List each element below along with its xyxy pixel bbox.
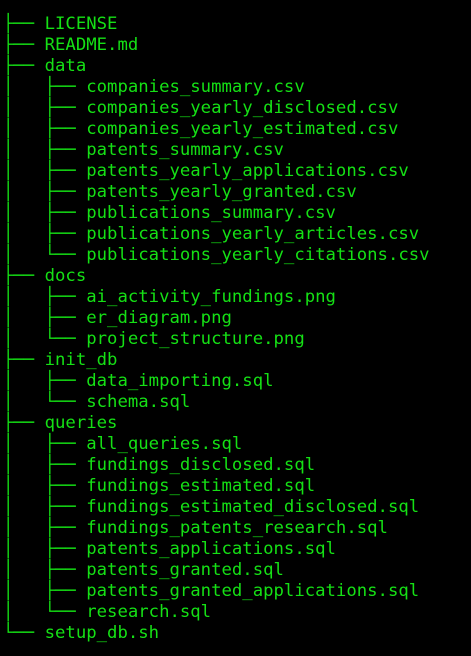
tree-entry-name: data_importing.sql [86, 371, 274, 391]
tree-line: │ ├── patents_yearly_granted.csv [3, 182, 469, 203]
tree-line: ├── LICENSE [3, 14, 469, 35]
tree-entry-name: publications_yearly_articles.csv [86, 224, 420, 244]
tree-branch-prefix: ├── [3, 56, 45, 76]
tree-branch-prefix: │ ├── [3, 581, 87, 601]
tree-line: │ └── schema.sql [3, 392, 469, 413]
tree-line: │ └── publications_yearly_citations.csv [3, 245, 469, 266]
tree-entry-name: fundings_disclosed.sql [86, 455, 316, 475]
tree-branch-prefix: │ ├── [3, 371, 87, 391]
tree-entry-name: patents_summary.csv [86, 140, 284, 160]
tree-entry-name: LICENSE [44, 14, 118, 34]
tree-branch-prefix: │ └── [3, 245, 87, 265]
tree-branch-prefix: │ ├── [3, 161, 87, 181]
tree-line: ├── docs [3, 266, 469, 287]
tree-entry-name: companies_summary.csv [86, 77, 305, 97]
tree-line: ├── init_db [3, 350, 469, 371]
tree-line: ├── queries [3, 413, 469, 434]
tree-branch-prefix: │ ├── [3, 287, 87, 307]
tree-branch-prefix: │ ├── [3, 182, 87, 202]
tree-branch-prefix: │ ├── [3, 497, 87, 517]
tree-entry-name: companies_yearly_estimated.csv [86, 119, 399, 139]
tree-branch-prefix: ├── [3, 350, 45, 370]
tree-line: │ ├── fundings_patents_research.sql [3, 518, 469, 539]
tree-line: │ ├── fundings_disclosed.sql [3, 455, 469, 476]
tree-entry-name: schema.sql [86, 392, 191, 412]
tree-branch-prefix: │ ├── [3, 308, 87, 328]
tree-branch-prefix: │ ├── [3, 560, 87, 580]
tree-line: │ ├── patents_granted_applications.sql [3, 581, 469, 602]
tree-branch-prefix: │ └── [3, 329, 87, 349]
tree-entry-name: patents_applications.sql [86, 539, 336, 559]
tree-entry-name: project_structure.png [86, 329, 305, 349]
tree-branch-prefix: │ └── [3, 392, 87, 412]
tree-branch-prefix: └── [3, 623, 45, 643]
tree-line: │ └── project_structure.png [3, 329, 469, 350]
tree-line: │ ├── companies_yearly_disclosed.csv [3, 98, 469, 119]
tree-line: │ └── research.sql [3, 602, 469, 623]
tree-entry-name: ai_activity_fundings.png [86, 287, 336, 307]
tree-branch-prefix: │ └── [3, 602, 87, 622]
tree-line: │ ├── companies_summary.csv [3, 77, 469, 98]
tree-entry-name: patents_granted.sql [86, 560, 284, 580]
tree-line: └── setup_db.sh [3, 623, 469, 644]
tree-branch-prefix: │ ├── [3, 539, 87, 559]
tree-entry-name: patents_yearly_granted.csv [86, 182, 357, 202]
tree-line: │ ├── fundings_estimated_disclosed.sql [3, 497, 469, 518]
tree-branch-prefix: ├── [3, 413, 45, 433]
tree-branch-prefix: │ ├── [3, 434, 87, 454]
tree-line: │ ├── publications_summary.csv [3, 203, 469, 224]
tree-line: │ ├── fundings_estimated.sql [3, 476, 469, 497]
tree-branch-prefix: │ ├── [3, 140, 87, 160]
tree-entry-name: patents_yearly_applications.csv [86, 161, 409, 181]
tree-line: │ ├── all_queries.sql [3, 434, 469, 455]
tree-entry-name: publications_summary.csv [86, 203, 336, 223]
tree-entry-name: companies_yearly_disclosed.csv [86, 98, 399, 118]
tree-branch-prefix: │ ├── [3, 203, 87, 223]
tree-entry-name: data [44, 56, 87, 76]
tree-entry-name: init_db [44, 350, 118, 370]
tree-entry-name: setup_db.sh [44, 623, 160, 643]
tree-entry-name: queries [44, 413, 118, 433]
tree-entry-name: publications_yearly_citations.csv [86, 245, 430, 265]
tree-entry-name: docs [44, 266, 87, 286]
tree-line: │ ├── patents_granted.sql [3, 560, 469, 581]
tree-line: │ ├── ai_activity_fundings.png [3, 287, 469, 308]
tree-entry-name: research.sql [86, 602, 212, 622]
tree-branch-prefix: │ ├── [3, 476, 87, 496]
tree-entry-name: patents_granted_applications.sql [86, 581, 420, 601]
tree-line: │ ├── patents_yearly_applications.csv [3, 161, 469, 182]
tree-entry-name: fundings_estimated.sql [86, 476, 316, 496]
tree-entry-name: fundings_estimated_disclosed.sql [86, 497, 420, 517]
tree-entry-name: all_queries.sql [86, 434, 243, 454]
tree-line: │ ├── companies_yearly_estimated.csv [3, 119, 469, 140]
tree-branch-prefix: ├── [3, 35, 45, 55]
tree-line: │ ├── publications_yearly_articles.csv [3, 224, 469, 245]
tree-branch-prefix: ├── [3, 266, 45, 286]
terminal-output: ├── LICENSE ├── README.md ├── data │ ├── co… [3, 14, 469, 644]
tree-branch-prefix: │ ├── [3, 455, 87, 475]
tree-branch-prefix: │ ├── [3, 98, 87, 118]
tree-line: │ ├── data_importing.sql [3, 371, 469, 392]
tree-branch-prefix: ├── [3, 14, 45, 34]
tree-line: ├── README.md [3, 35, 469, 56]
tree-entry-name: er_diagram.png [86, 308, 232, 328]
tree-line: │ ├── patents_applications.sql [3, 539, 469, 560]
tree-line: ├── data [3, 56, 469, 77]
tree-branch-prefix: │ ├── [3, 224, 87, 244]
tree-branch-prefix: │ ├── [3, 119, 87, 139]
tree-entry-name: README.md [44, 35, 139, 55]
tree-entry-name: fundings_patents_research.sql [86, 518, 388, 538]
tree-line: │ ├── patents_summary.csv [3, 140, 469, 161]
tree-branch-prefix: │ ├── [3, 518, 87, 538]
tree-line: │ ├── er_diagram.png [3, 308, 469, 329]
tree-branch-prefix: │ ├── [3, 77, 87, 97]
